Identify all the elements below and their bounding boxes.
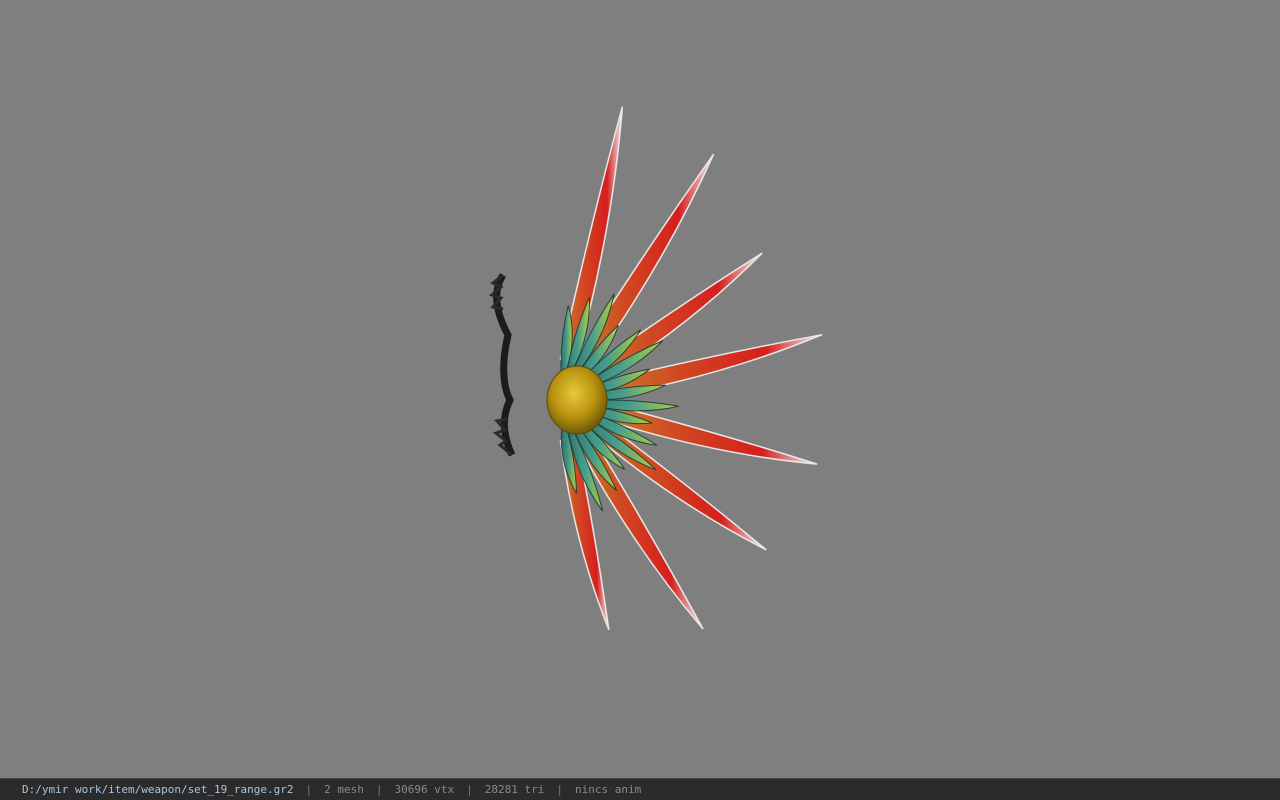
golden-hub — [546, 365, 608, 435]
mesh-count: 2 mesh — [324, 783, 364, 796]
separator: | — [466, 783, 473, 796]
separator: | — [375, 783, 383, 796]
status-bar: D:/ymir work/item/weapon/set_19_range.gr… — [0, 778, 1280, 800]
anim-status: nincs anim — [575, 783, 642, 796]
separator: | — [556, 783, 563, 796]
file-path: D:/ymir work/item/weapon/set_19_range.gr… — [22, 783, 294, 796]
3d-viewport[interactable] — [0, 0, 1280, 778]
vertex-count: 30696 vtx — [394, 783, 455, 796]
triangle-count: 28281 tri — [484, 783, 545, 796]
weapon-model-render[interactable] — [0, 0, 1280, 778]
separator: | — [305, 783, 313, 796]
bow-grip — [489, 273, 516, 457]
